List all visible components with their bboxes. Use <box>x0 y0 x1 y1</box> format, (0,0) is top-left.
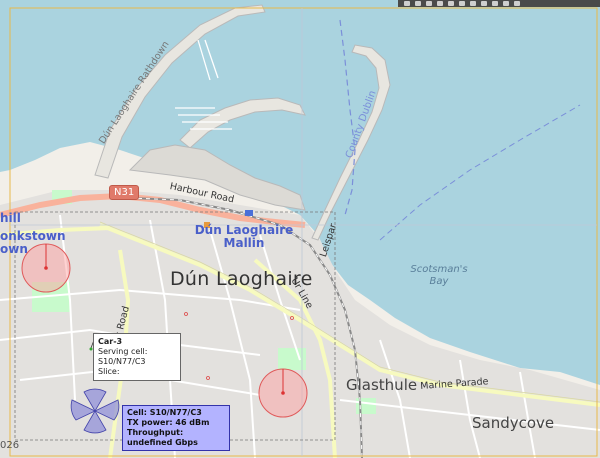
place-sandycove: Sandycove <box>472 414 555 432</box>
cell-site-east[interactable] <box>258 368 308 418</box>
lasso-icon[interactable] <box>448 1 454 6</box>
reset-icon[interactable] <box>481 1 487 6</box>
sea-label-line1: Scotsman's <box>410 264 468 275</box>
poi-mallin: Dún Laoghaire Mallin <box>192 224 296 250</box>
plotly-logo-icon[interactable] <box>514 1 520 6</box>
plot-toolbar <box>398 0 600 7</box>
camera-icon[interactable] <box>404 1 410 6</box>
sea-label-line2: Bay <box>429 276 449 287</box>
autoscale-icon[interactable] <box>470 1 476 6</box>
car-popup-slice: Slice: <box>98 367 120 376</box>
map-canvas[interactable] <box>0 0 600 458</box>
compare-icon[interactable] <box>503 1 509 6</box>
place-monkstown-a: hill <box>0 211 21 225</box>
cell-popup: Cell: S10/N77/C3 TX power: 46 dBm Throug… <box>122 405 230 451</box>
zoom-in-icon[interactable] <box>415 1 421 6</box>
cell-popup-throughput: Throughput: undefined Gbps <box>127 428 198 447</box>
sea-label-scotsmans-bay: Scotsman's Bay <box>404 264 474 288</box>
copyright-fragment: 026 <box>0 440 20 451</box>
place-monkstown-c: own <box>0 242 28 256</box>
n31-shield: N31 <box>109 185 140 200</box>
poi-mallin-line2: Mallin <box>223 236 265 250</box>
cell-popup-tx-power: TX power: 46 dBm <box>127 418 210 427</box>
car-popup: Car-3 Serving cell: S10/N77/C3 Slice: <box>93 333 181 381</box>
car-popup-serving-cell: Serving cell: S10/N77/C3 <box>98 347 148 366</box>
box-select-icon[interactable] <box>437 1 443 6</box>
pan-icon[interactable] <box>426 1 432 6</box>
spike-icon[interactable] <box>492 1 498 6</box>
cell-popup-cell: Cell: S10/N77/C3 <box>127 408 202 417</box>
place-glasthule: Glasthule <box>346 376 418 394</box>
cell-site-west[interactable] <box>21 243 71 293</box>
zoom-out-icon[interactable] <box>459 1 465 6</box>
car-popup-title: Car-3 <box>98 337 123 346</box>
